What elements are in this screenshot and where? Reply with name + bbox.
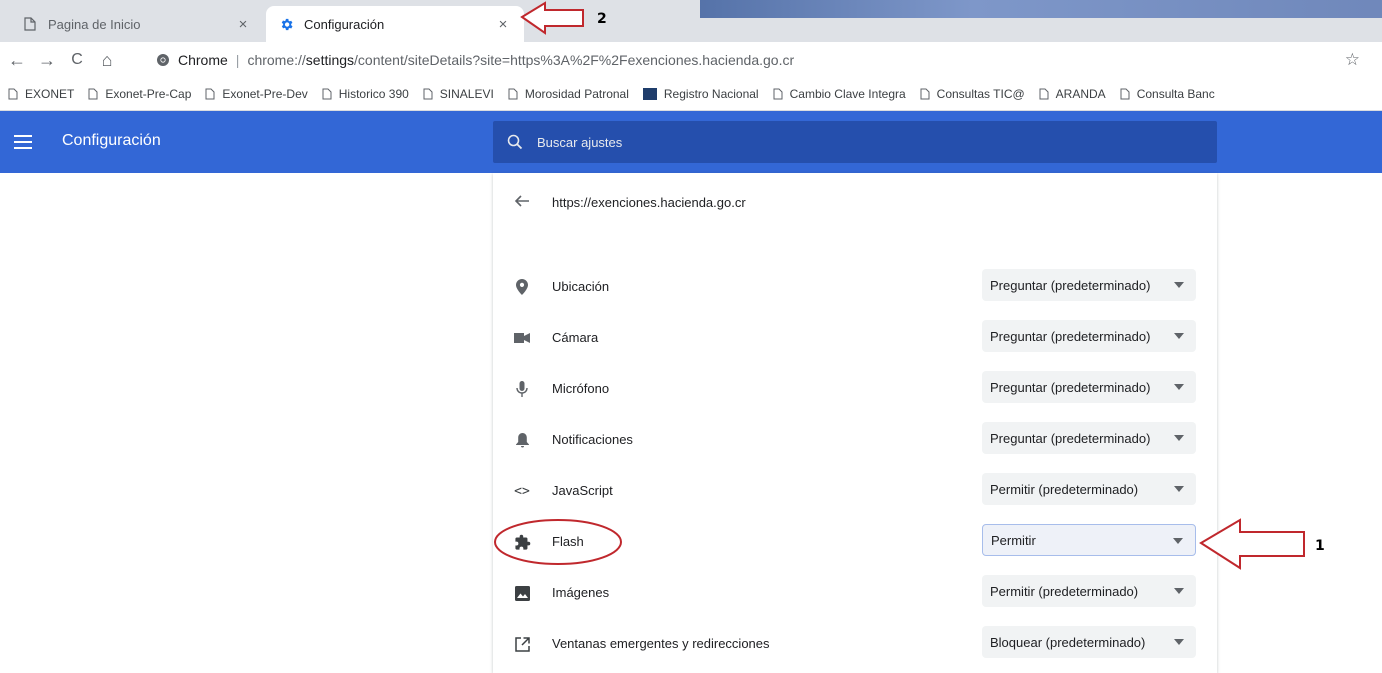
annotation-circle-flash xyxy=(494,519,622,565)
annotation-arrow-2 xyxy=(520,1,584,35)
annotation-label-2: 2 xyxy=(597,11,607,27)
annotation-overlay xyxy=(494,1,1305,570)
annotation-arrow-1 xyxy=(1199,518,1305,570)
annotation-label-1: 1 xyxy=(1315,538,1325,554)
